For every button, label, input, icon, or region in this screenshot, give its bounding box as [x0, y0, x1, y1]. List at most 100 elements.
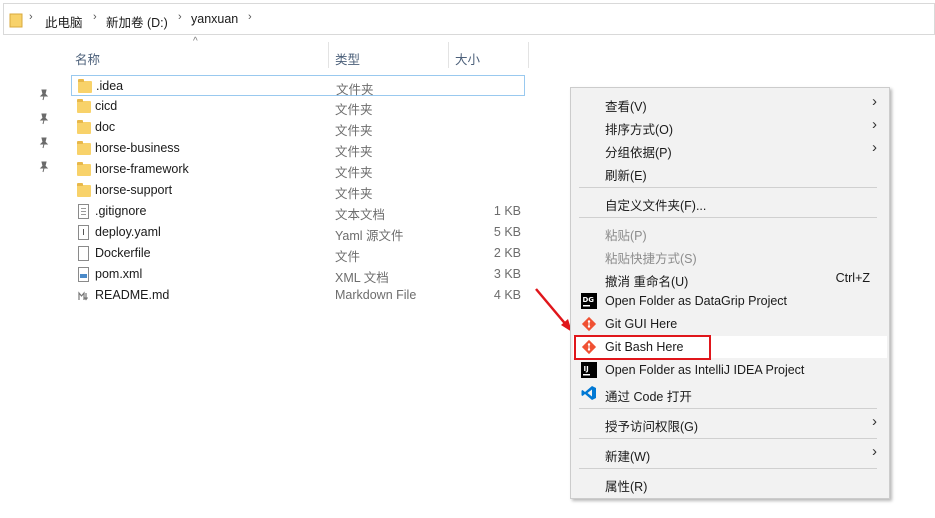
folder-icon	[75, 183, 91, 198]
chevron-right-icon: ›	[872, 413, 877, 430]
file-name: horse-business	[95, 141, 180, 155]
datagrip-icon: DG	[581, 293, 597, 309]
folder-icon	[75, 120, 91, 135]
address-bar[interactable]: › 此电脑 › 新加卷 (D:) › yanxuan ›	[3, 3, 935, 35]
xml-file-icon	[75, 267, 91, 282]
markdown-file-icon	[75, 288, 91, 303]
file-size: 4 KB	[493, 288, 521, 302]
file-row-idea[interactable]: .idea 文件夹	[71, 75, 525, 97]
folder-icon	[75, 99, 91, 114]
file-name: horse-framework	[95, 162, 189, 176]
pin-icon[interactable]	[38, 161, 50, 173]
menu-item-group[interactable]: 分组依据(P) ›	[573, 138, 887, 160]
menu-separator	[579, 408, 877, 409]
file-icon	[75, 246, 91, 261]
git-icon	[581, 316, 597, 332]
menu-item-git-gui[interactable]: Git GUI Here	[573, 313, 887, 335]
column-header-size[interactable]: 大小	[455, 49, 480, 68]
sort-ascending-icon: ^	[193, 36, 198, 47]
menu-item-view[interactable]: 查看(V) ›	[573, 92, 887, 114]
chevron-right-icon[interactable]: ›	[178, 11, 182, 23]
file-row-cicd[interactable]: cicd 文件夹	[71, 96, 525, 117]
breadcrumb-this-pc[interactable]: 此电脑	[45, 12, 83, 31]
column-header-name[interactable]: 名称	[75, 49, 100, 68]
file-type: Yaml 源文件	[335, 229, 404, 243]
file-type: 文件夹	[335, 166, 373, 180]
column-divider[interactable]	[448, 42, 449, 68]
pin-icon[interactable]	[38, 89, 50, 101]
menu-item-intellij[interactable]: IJ Open Folder as IntelliJ IDEA Project	[573, 359, 887, 381]
file-size: 2 KB	[493, 246, 521, 260]
menu-item-paste-shortcut[interactable]: 粘贴快捷方式(S)	[573, 244, 887, 266]
breadcrumb-drive[interactable]: 新加卷 (D:)	[106, 12, 168, 31]
shortcut-label: Ctrl+Z	[835, 271, 870, 285]
file-name: .gitignore	[95, 204, 147, 218]
pin-icon[interactable]	[38, 113, 50, 125]
menu-separator	[579, 187, 877, 188]
file-row-doc[interactable]: doc 文件夹	[71, 117, 525, 138]
file-row-horse-framework[interactable]: horse-framework 文件夹	[71, 159, 525, 180]
folder-icon	[76, 79, 92, 94]
file-name: .idea	[96, 79, 124, 93]
annotation-highlight-box	[574, 335, 711, 360]
menu-separator	[579, 438, 877, 439]
folder-icon	[75, 162, 91, 177]
file-row-horse-support[interactable]: horse-support 文件夹	[71, 180, 525, 201]
file-type: 文本文档	[335, 208, 386, 222]
file-type: 文件	[335, 250, 361, 264]
chevron-right-icon: ›	[872, 93, 877, 110]
chevron-right-icon: ›	[872, 139, 877, 156]
file-name: README.md	[95, 288, 170, 302]
menu-item-sort[interactable]: 排序方式(O) ›	[573, 115, 887, 137]
file-name: Dockerfile	[95, 246, 151, 260]
file-type: 文件夹	[335, 124, 373, 138]
column-divider[interactable]	[328, 42, 329, 68]
breadcrumb-folder[interactable]: yanxuan	[191, 12, 238, 26]
file-type: 文件夹	[335, 145, 373, 159]
file-row-deploy-yaml[interactable]: deploy.yaml Yaml 源文件 5 KB	[71, 222, 525, 243]
file-name: deploy.yaml	[95, 225, 161, 239]
chevron-right-icon[interactable]: ›	[93, 11, 97, 23]
folder-icon	[75, 141, 91, 156]
menu-separator	[579, 217, 877, 218]
file-row-readme[interactable]: README.md Markdown File 4 KB	[71, 285, 525, 306]
file-type: XML 文档	[335, 271, 389, 285]
column-header-type[interactable]: 类型	[335, 49, 360, 68]
menu-item-customize-folder[interactable]: 自定义文件夹(F)...	[573, 191, 887, 213]
file-name: horse-support	[95, 183, 173, 197]
column-divider[interactable]	[528, 42, 529, 68]
menu-item-refresh[interactable]: 刷新(E)	[573, 161, 887, 183]
folder-icon	[9, 13, 23, 28]
menu-separator	[579, 468, 877, 469]
chevron-right-icon[interactable]: ›	[248, 11, 252, 23]
file-row-pom-xml[interactable]: pom.xml XML 文档 3 KB	[71, 264, 525, 285]
file-row-horse-business[interactable]: horse-business 文件夹	[71, 138, 525, 159]
file-name: pom.xml	[95, 267, 143, 281]
file-name: cicd	[95, 99, 118, 113]
file-row-gitignore[interactable]: .gitignore 文本文档 1 KB	[71, 201, 525, 222]
intellij-icon: IJ	[581, 362, 597, 378]
menu-item-give-access[interactable]: 授予访问权限(G) ›	[573, 412, 887, 434]
file-type: Markdown File	[335, 288, 417, 302]
file-size: 5 KB	[493, 225, 521, 239]
file-name: doc	[95, 120, 116, 134]
chevron-right-icon[interactable]: ›	[29, 11, 33, 23]
menu-item-undo-rename[interactable]: 撤消 重命名(U) Ctrl+Z	[573, 267, 887, 289]
svg-text:IJ: IJ	[584, 365, 589, 373]
pin-icon[interactable]	[38, 137, 50, 149]
chevron-right-icon: ›	[872, 116, 877, 133]
menu-item-paste[interactable]: 粘贴(P)	[573, 221, 887, 243]
svg-text:DG: DG	[583, 296, 595, 304]
menu-item-vscode[interactable]: 通过 Code 打开	[573, 382, 887, 404]
file-row-dockerfile[interactable]: Dockerfile 文件 2 KB	[71, 243, 525, 264]
vscode-icon	[581, 386, 596, 400]
yaml-file-icon	[75, 225, 91, 240]
file-size: 1 KB	[493, 204, 521, 218]
menu-item-new[interactable]: 新建(W) ›	[573, 442, 887, 464]
menu-item-properties[interactable]: 属性(R)	[573, 472, 887, 494]
file-type: 文件夹	[335, 103, 373, 117]
file-size: 3 KB	[493, 267, 521, 281]
file-type: 文件夹	[335, 187, 373, 201]
menu-item-datagrip[interactable]: DG Open Folder as DataGrip Project	[573, 290, 887, 312]
text-file-icon	[75, 204, 91, 219]
